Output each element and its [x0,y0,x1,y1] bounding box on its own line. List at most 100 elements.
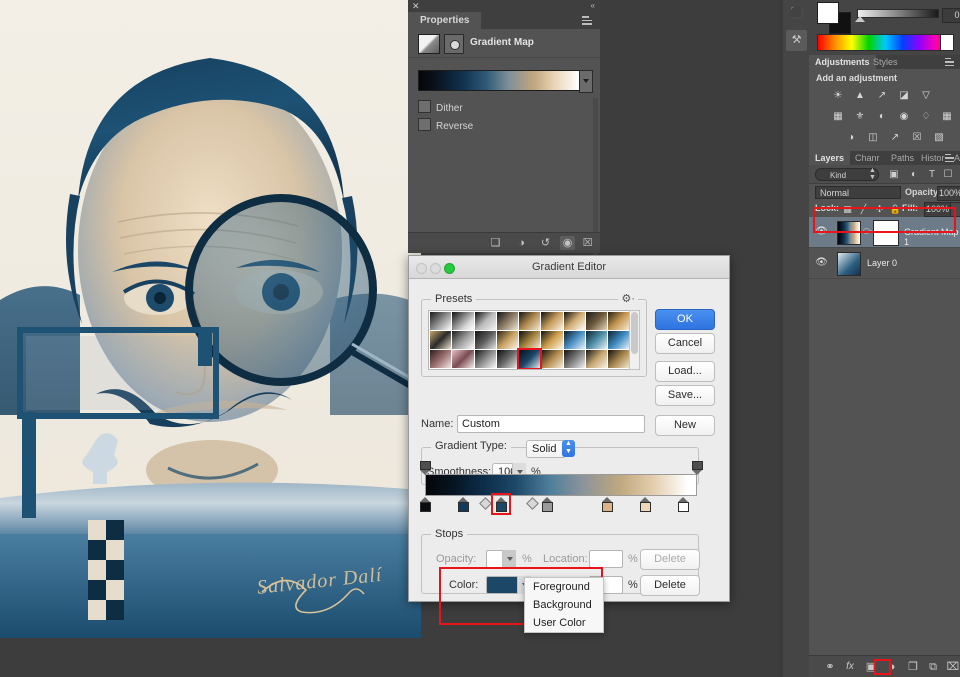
adjustments-panel-menu-icon[interactable] [945,58,957,66]
layer-name[interactable]: Gradient Map 1 [904,227,960,247]
color-spectrum-bar[interactable] [817,34,954,51]
presets-scrollbar[interactable] [629,310,640,370]
color-stop[interactable] [541,497,553,512]
foreground-color-swatch[interactable] [817,2,839,24]
presets-grid[interactable] [429,311,629,370]
tab-layers[interactable]: Layers [809,151,851,165]
preset-swatch[interactable] [452,369,473,370]
lock-row[interactable]: Lock: ▦ ╱ ✣ 🔒 Fill: 100% [809,201,960,217]
preset-swatch[interactable] [430,331,452,349]
opacity-stop[interactable] [419,461,431,475]
threshold-icon[interactable]: ↗ [888,131,902,144]
posterize-icon[interactable]: ◫ [866,131,880,144]
type-layer-filter-icon[interactable]: T [925,168,939,181]
color-stop[interactable] [457,497,469,512]
photo-filter-icon[interactable]: ◉ [897,110,911,123]
opacity-dropdown-icon[interactable] [502,550,516,568]
tab-channels[interactable]: Chanr [849,151,886,165]
preset-swatch[interactable] [563,350,586,368]
levels-icon[interactable]: ▲ [853,89,867,102]
gradient-bar[interactable] [425,474,697,496]
dither-checkbox[interactable] [418,100,431,113]
adjustment-preset-icon[interactable] [444,34,464,54]
reset-adjustment-icon[interactable]: ↺ [538,236,553,250]
layer-style-icon[interactable]: fx [843,660,857,674]
save-button[interactable]: Save... [655,385,715,406]
preset-swatch[interactable] [496,312,519,330]
color-slider[interactable] [857,9,939,18]
preset-swatch[interactable] [608,369,629,370]
preset-swatch[interactable] [519,312,541,330]
menu-item-user-color[interactable]: User Color [525,614,603,632]
zoom-button[interactable] [444,263,455,274]
panel-menu-icon[interactable] [582,16,596,25]
preset-swatch[interactable] [452,331,474,349]
preset-swatch[interactable] [517,348,543,369]
gradient-picker-dropdown[interactable] [579,70,593,93]
preset-swatch[interactable] [541,312,563,330]
preset-swatch[interactable] [474,331,496,349]
exposure-icon[interactable]: ◪ [897,89,911,102]
fill-dropdown-icon[interactable] [950,202,960,217]
close-button[interactable] [416,263,427,274]
preset-swatch[interactable] [430,350,452,368]
load-button[interactable]: Load... [655,361,715,382]
color-lookup-icon[interactable]: ▦ [940,110,954,123]
delete-adjustment-icon[interactable]: ☒ [580,236,595,250]
lock-position-icon[interactable]: ✣ [873,203,886,215]
channel-mixer-icon[interactable]: ♢ [919,110,933,123]
color-panel[interactable]: 0 % [809,0,960,55]
layer-row-layer0[interactable]: 👁 Layer 0 [809,248,960,279]
blend-mode-row[interactable]: Normal Opacity: 100% [809,184,960,201]
preset-swatch[interactable] [608,312,629,330]
tab-properties[interactable]: Properties [408,12,482,29]
gradient-editor-dialog[interactable]: Gradient Editor Presets ⚙· OK Cancel Loa… [408,255,730,633]
opacity-value[interactable]: 100% [937,186,960,201]
gradient-map-icon[interactable]: ▧ [932,131,946,144]
color-stop[interactable] [639,497,651,512]
preset-swatch[interactable] [586,369,607,370]
gradient-name-input[interactable]: Custom [457,415,645,433]
layers-filter-row[interactable]: Kind ▲▼ ▣ ◐ T ☐ 🔒 [809,165,960,184]
view-previous-state-icon[interactable]: ◑ [514,236,529,250]
preset-swatch[interactable] [586,331,608,349]
gear-icon[interactable]: ⚙· [618,292,638,305]
cancel-button[interactable]: Cancel [655,333,715,354]
gradient-type-select[interactable]: Solid [526,440,566,458]
right-panels[interactable]: 0 % Adjustments Styles Add an adjustment… [809,0,960,677]
preset-swatch[interactable] [474,312,496,330]
color-stop[interactable] [419,497,431,512]
new-group-icon[interactable]: ❐ [906,660,920,674]
dialog-titlebar[interactable]: Gradient Editor [409,256,729,279]
gradient-type-stepper[interactable]: ▲ ▼ [562,440,575,457]
invert-icon[interactable]: ◑ [844,131,858,144]
shape-layer-filter-icon[interactable]: ☐ [941,168,955,181]
layer-visibility-icon[interactable]: 👁 [815,257,828,269]
lock-transparency-icon[interactable]: ▦ [841,203,854,215]
ok-button[interactable]: OK [655,309,715,330]
preset-swatch[interactable] [541,369,562,370]
lock-all-icon[interactable]: 🔒 [889,203,902,215]
fill-value[interactable]: 100% [924,202,951,217]
link-layers-icon[interactable]: ⚭ [823,660,837,674]
preset-swatch[interactable] [496,350,519,368]
brightness-contrast-icon[interactable]: ☀ [831,89,845,102]
adjustments-panel[interactable]: Add an adjustment ☀ ▲ ↗ ◪ ▽ ▦ ⚜ ◐ ◉ ♢ ▦ … [809,69,960,149]
layer-thumbnail[interactable] [837,221,861,245]
preset-swatch[interactable] [564,369,585,370]
layers-panel[interactable]: Kind ▲▼ ▣ ◐ T ☐ 🔒 Normal Opacity: 100% L… [809,165,960,279]
tool-rail[interactable]: ⬛ ⚒ [783,0,809,677]
color-stop[interactable] [495,497,507,512]
menu-item-background[interactable]: Background [525,596,603,614]
preset-swatch[interactable] [563,312,586,330]
preset-swatch[interactable] [430,369,451,370]
vibrance-icon[interactable]: ▽ [919,89,933,102]
layer-mask-thumbnail[interactable] [873,220,899,246]
layer-mask-icon[interactable]: ▣ [864,660,878,674]
curves-icon[interactable]: ↗ [875,89,889,102]
layers-panel-menu-icon[interactable] [945,154,957,162]
layer-name[interactable]: Layer 0 [867,258,897,268]
close-icon[interactable]: ✕ [412,1,420,11]
selective-color-icon[interactable]: ☒ [910,131,924,144]
preset-swatch[interactable] [475,369,496,370]
